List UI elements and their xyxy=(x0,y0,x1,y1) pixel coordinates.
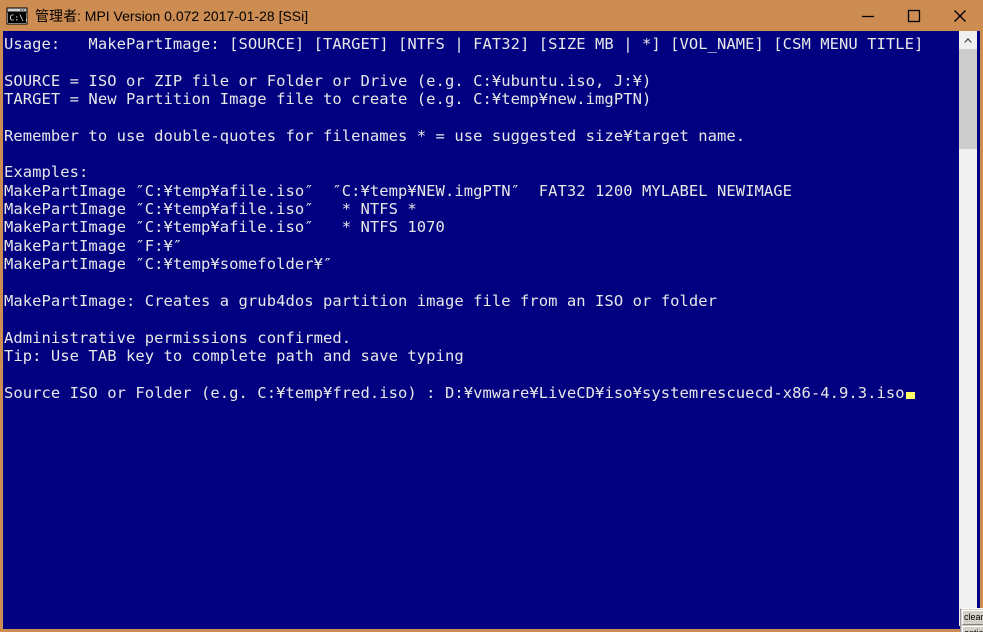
close-button[interactable] xyxy=(937,0,983,31)
console-frame: Usage: MakePartImage: [SOURCE] [TARGET] … xyxy=(0,31,983,632)
console-icon: C:\. xyxy=(6,7,29,25)
svg-text:C:\.: C:\. xyxy=(10,13,29,22)
prompt-label: Source ISO or Folder (e.g. C:¥temp¥fred.… xyxy=(4,383,445,402)
minimize-button[interactable] xyxy=(845,0,891,31)
text-cursor xyxy=(905,391,915,399)
window-title: 管理者: MPI Version 0.072 2017-01-28 [SSi] xyxy=(35,7,309,24)
option-button[interactable]: option xyxy=(962,626,983,632)
vertical-scrollbar[interactable] xyxy=(959,31,977,626)
console-output-area[interactable]: Usage: MakePartImage: [SOURCE] [TARGET] … xyxy=(3,31,965,626)
console-window: C:\. 管理者: MPI Version 0.072 2017-01-28 [… xyxy=(0,0,983,632)
scrollbar-track[interactable] xyxy=(959,149,977,608)
console-log: Usage: MakePartImage: [SOURCE] [TARGET] … xyxy=(4,35,924,402)
prompt-line: Source ISO or Folder (e.g. C:¥temp¥fred.… xyxy=(4,384,915,402)
title-bar[interactable]: C:\. 管理者: MPI Version 0.072 2017-01-28 [… xyxy=(0,0,983,31)
prompt-value: D:¥vmware¥LiveCD¥iso¥systemrescuecd-x86-… xyxy=(444,383,905,402)
scrollbar-thumb[interactable] xyxy=(959,49,977,149)
maximize-button[interactable] xyxy=(891,0,937,31)
background-window-fragment[interactable]: clean option xyxy=(960,608,983,632)
scroll-up-icon[interactable] xyxy=(959,31,977,49)
clean-button[interactable]: clean xyxy=(962,610,983,625)
